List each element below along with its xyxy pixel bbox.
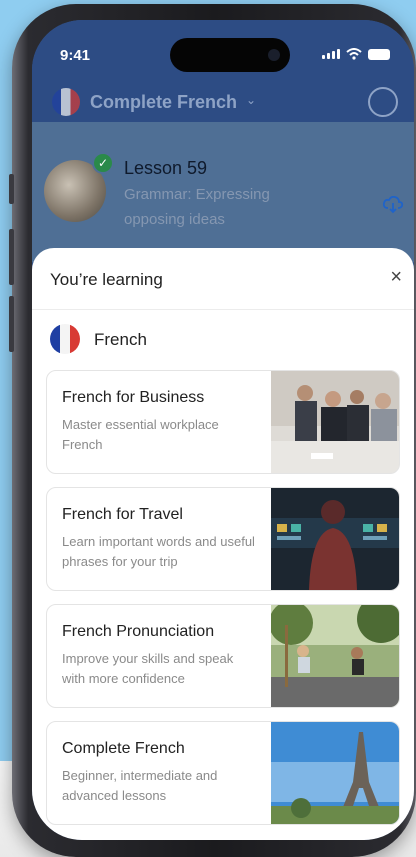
course-card-travel[interactable]: French for Travel Learn important words … [46, 487, 400, 591]
course-card-pronunciation[interactable]: French Pronunciation Improve your skills… [46, 604, 400, 708]
course-title: Complete French [62, 740, 185, 757]
volume-down-button [9, 296, 14, 352]
course-card-business[interactable]: French for Business Master essential wor… [46, 370, 400, 474]
signal-icon [322, 49, 340, 59]
system-icons [322, 48, 390, 60]
side-button [9, 174, 14, 204]
course-description: Improve your skills and speak with more … [62, 651, 234, 686]
french-flag-icon [52, 88, 80, 116]
course-description: Learn important words and useful phrases… [62, 534, 255, 569]
phone-frame: 9:41 Complete French ⌄ ✓ Lesson 59 Gramm… [9, 4, 416, 857]
business-meeting-image [271, 371, 399, 473]
sheet-header: You’re learning × [32, 248, 414, 310]
progress-ring-icon[interactable] [368, 87, 398, 117]
course-description: Master essential workplace French [62, 417, 219, 452]
park-swings-image [271, 605, 399, 707]
course-title: French Pronunciation [62, 623, 215, 640]
dynamic-island [170, 38, 290, 72]
battery-icon [368, 48, 390, 60]
cloud-download-icon[interactable] [382, 196, 404, 214]
wifi-icon [346, 48, 362, 60]
close-icon[interactable]: × [390, 266, 402, 289]
course-selector[interactable]: Complete French [90, 92, 237, 113]
french-flag-icon [50, 324, 80, 354]
travel-departures-image [271, 488, 399, 590]
language-row[interactable]: French [32, 310, 414, 364]
status-bar: 9:41 [32, 20, 414, 90]
volume-up-button [9, 229, 14, 285]
course-description: Beginner, intermediate and advanced less… [62, 768, 218, 803]
lesson-title: Lesson 59 [124, 158, 208, 178]
course-title: French for Business [62, 389, 205, 406]
sheet-title: You’re learning [50, 270, 163, 289]
course-card-complete[interactable]: Complete French Beginner, intermediate a… [46, 721, 400, 825]
eiffel-tower-image [271, 722, 399, 824]
course-header: Complete French ⌄ [32, 84, 414, 122]
course-picker-sheet: You’re learning × French French for Busi… [32, 248, 414, 840]
chevron-down-icon[interactable]: ⌄ [246, 93, 256, 107]
language-label: French [94, 330, 147, 349]
lesson-subtitle: Grammar: Expressing opposing ideas [124, 186, 270, 228]
course-list: French for Business Master essential wor… [32, 364, 414, 825]
lesson-card[interactable]: ✓ Lesson 59 Grammar: Expressing opposing… [32, 122, 414, 262]
app-screen: 9:41 Complete French ⌄ ✓ Lesson 59 Gramm… [32, 20, 414, 840]
course-title: French for Travel [62, 506, 183, 523]
check-icon: ✓ [92, 152, 114, 174]
status-time: 9:41 [60, 47, 91, 64]
